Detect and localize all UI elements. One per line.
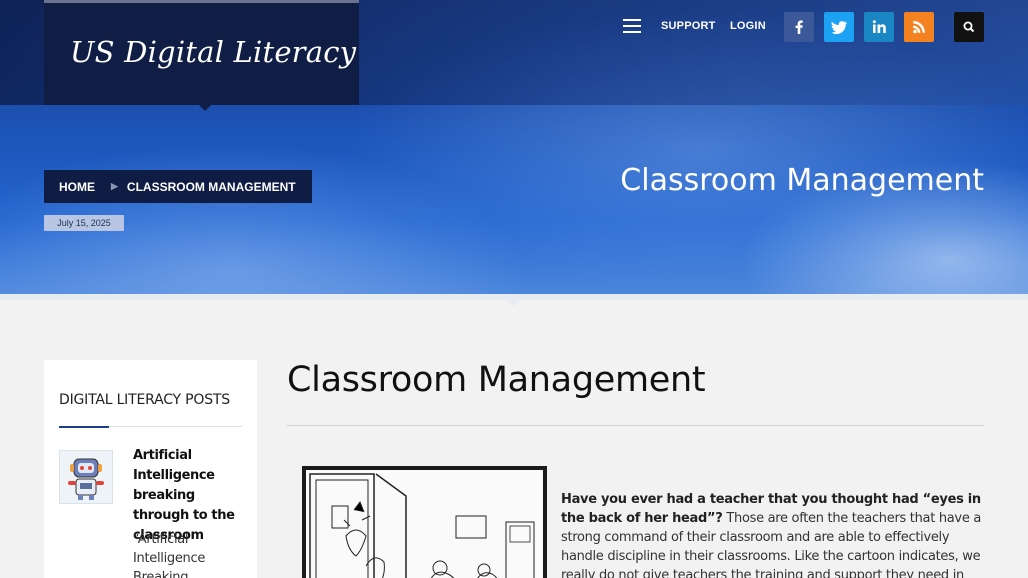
- sidebar-heading: DIGITAL LITERACY POSTS: [59, 392, 230, 408]
- nav-login[interactable]: LOGIN: [730, 20, 766, 32]
- linkedin-icon[interactable]: [864, 12, 894, 42]
- twitter-icon[interactable]: [824, 12, 854, 42]
- date-badge: July 15, 2025: [44, 215, 124, 231]
- chevron-right-icon: ▶: [111, 181, 118, 191]
- sidebar: DIGITAL LITERACY POSTS Artificial Intell…: [44, 360, 257, 578]
- site-logo-text[interactable]: US Digital Literacy: [70, 35, 356, 69]
- nav-support[interactable]: SUPPORT: [661, 20, 716, 32]
- breadcrumb-current: CLASSROOM MANAGEMENT: [126, 179, 296, 194]
- hero-banner: US Digital Literacy SUPPORT LOGIN HOME ▶…: [0, 0, 1028, 294]
- page-title: Classroom Management: [620, 163, 984, 198]
- menu-icon[interactable]: [623, 19, 641, 33]
- logo-notch: [199, 105, 211, 111]
- sidebar-divider-accent: [59, 426, 109, 428]
- classroom-cartoon-image: [302, 466, 547, 578]
- post-thumbnail-robot[interactable]: [59, 450, 113, 504]
- search-icon[interactable]: [954, 12, 984, 42]
- rss-icon[interactable]: [904, 12, 934, 42]
- article-body: Have you ever had a teacher that you tho…: [561, 490, 984, 578]
- article-divider: [287, 425, 984, 426]
- hero-notch: [507, 300, 521, 306]
- breadcrumb: HOME ▶ CLASSROOM MANAGEMENT: [44, 170, 312, 203]
- breadcrumb-home[interactable]: HOME: [59, 180, 95, 194]
- site-logo[interactable]: US Digital Literacy: [44, 0, 359, 111]
- facebook-icon[interactable]: [784, 12, 814, 42]
- post-excerpt: “Artificial Intelligence Breaking: [133, 532, 206, 578]
- article-title: Classroom Management: [287, 360, 706, 400]
